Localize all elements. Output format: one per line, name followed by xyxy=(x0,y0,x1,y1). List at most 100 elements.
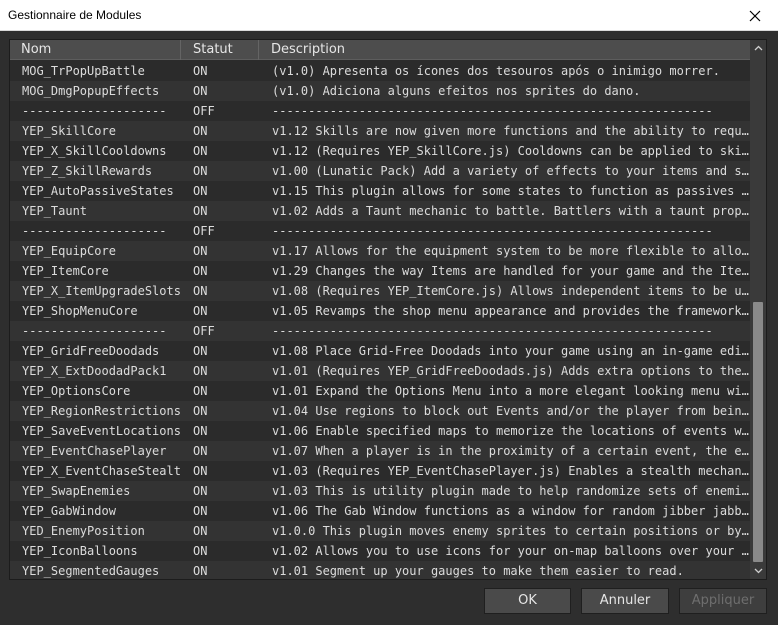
table-row[interactable]: -------------------- OFF -----------------… xyxy=(10,321,751,341)
table-row[interactable]: YEP_Taunt ON v1.02 Adds a Taunt mechanic t… xyxy=(10,201,751,221)
table-row[interactable]: YEP_Z_SkillRewards ON v1.00 (Lunatic Pack)… xyxy=(10,161,751,181)
plugin-description-cell: v1.01 Segment up your gauges to make the… xyxy=(272,564,684,578)
vertical-scrollbar[interactable] xyxy=(750,40,766,579)
plugin-status-cell: ON xyxy=(193,544,208,558)
plugin-name-cell: YEP_AutoPassiveStates xyxy=(22,184,174,198)
plugin-status-cell: ON xyxy=(193,364,208,378)
scroll-down-button[interactable] xyxy=(750,563,766,579)
column-header-name[interactable]: Nom xyxy=(10,40,181,60)
plugin-status-cell: OFF xyxy=(193,224,215,238)
table-row[interactable]: YEP_RegionRestrictions ON v1.04 Use region… xyxy=(10,401,751,421)
table-row[interactable]: YEP_SkillCore ON v1.12 Skills are now give… xyxy=(10,121,751,141)
dialog-content: Nom Statut Description MOG_TrPopUpBattle… xyxy=(0,31,778,625)
plugin-name-cell: YEP_GabWindow xyxy=(22,504,116,518)
plugin-description-cell: v1.08 Place Grid-Free Doodads into your … xyxy=(272,344,751,358)
table-row[interactable]: YEP_IconBalloons ON v1.02 Allows you to us… xyxy=(10,541,751,561)
column-header-status[interactable]: Statut xyxy=(181,40,259,60)
plugin-status-cell: ON xyxy=(193,404,208,418)
plugin-status-cell: ON xyxy=(193,124,208,138)
table-body: MOG_TrPopUpBattle ON (v1.0) Apresenta os í… xyxy=(10,61,751,579)
table-row[interactable]: YEP_ShopMenuCore ON v1.05 Revamps the shop… xyxy=(10,301,751,321)
plugin-description-cell: v1.05 Revamps the shop menu appearance a… xyxy=(272,304,751,318)
table-row[interactable]: YEP_EquipCore ON v1.17 Allows for the equi… xyxy=(10,241,751,261)
plugin-status-cell: ON xyxy=(193,304,208,318)
table-row[interactable]: -------------------- OFF -----------------… xyxy=(10,101,751,121)
plugin-name-cell: YEP_Z_SkillRewards xyxy=(22,164,153,178)
plugin-name-cell: -------------------- xyxy=(22,324,167,338)
table-row[interactable]: YEP_X_SkillCooldowns ON v1.12 (Requires YE… xyxy=(10,141,751,161)
plugin-description-cell: ----------------------------------------… xyxy=(272,104,713,118)
plugin-description-cell: v1.17 Allows for the equipment system to… xyxy=(272,244,751,258)
plugin-description-cell: v1.0.0 This plugin moves enemy sprites t… xyxy=(272,524,751,538)
table-row[interactable]: YEP_X_ExtDoodadPack1 ON v1.01 (Requires YE… xyxy=(10,361,751,381)
plugin-description-cell: v1.07 When a player is in the proximity … xyxy=(272,444,751,458)
plugin-status-cell: ON xyxy=(193,524,208,538)
chevron-down-icon xyxy=(754,568,762,574)
scrollbar-thumb[interactable] xyxy=(753,302,763,562)
table-row[interactable]: YEP_GabWindow ON v1.06 The Gab Window func… xyxy=(10,501,751,521)
plugin-status-cell: ON xyxy=(193,464,208,478)
table-row[interactable]: YEP_AutoPassiveStates ON v1.15 This plugin… xyxy=(10,181,751,201)
title-bar: Gestionnaire de Modules xyxy=(0,0,778,31)
plugin-status-cell: ON xyxy=(193,384,208,398)
plugin-description-cell: v1.06 Enable specified maps to memorize … xyxy=(272,424,751,438)
plugin-name-cell: -------------------- xyxy=(22,224,167,238)
plugin-status-cell: ON xyxy=(193,344,208,358)
table-row[interactable]: MOG_DmgPopupEffects ON (v1.0) Adiciona alg… xyxy=(10,81,751,101)
plugin-description-cell: v1.04 Use regions to block out Events an… xyxy=(272,404,751,418)
plugin-description-cell: v1.12 Skills are now given more function… xyxy=(272,124,751,138)
table-row[interactable]: YEP_EventChasePlayer ON v1.07 When a playe… xyxy=(10,441,751,461)
plugin-status-cell: ON xyxy=(193,444,208,458)
column-header-description[interactable]: Description xyxy=(259,40,751,60)
plugin-name-cell: YEP_EquipCore xyxy=(22,244,116,258)
table-row[interactable]: YEP_X_EventChaseStealth ON v1.03 (Requires… xyxy=(10,461,751,481)
plugin-description-cell: ----------------------------------------… xyxy=(272,224,713,238)
table-row[interactable]: -------------------- OFF -----------------… xyxy=(10,221,751,241)
plugin-description-cell: v1.00 (Lunatic Pack) Add a variety of ef… xyxy=(272,164,751,178)
plugin-description-cell: (v1.0) Adiciona alguns efeitos nos sprit… xyxy=(272,84,641,98)
plugin-name-cell: YEP_SegmentedGauges xyxy=(22,564,160,578)
apply-button[interactable]: Appliquer xyxy=(679,588,767,614)
plugin-description-cell: ----------------------------------------… xyxy=(272,324,713,338)
plugin-status-cell: ON xyxy=(193,204,208,218)
plugin-name-cell: YEP_X_ItemUpgradeSlots xyxy=(22,284,181,298)
plugin-status-cell: ON xyxy=(193,284,208,298)
table-row[interactable]: YEP_SaveEventLocations ON v1.06 Enable spe… xyxy=(10,421,751,441)
plugin-name-cell: YEP_EventChasePlayer xyxy=(22,444,167,458)
chevron-up-icon xyxy=(754,45,762,51)
table-row[interactable]: YED_EnemyPosition ON v1.0.0 This plugin mo… xyxy=(10,521,751,541)
plugin-name-cell: YEP_X_ExtDoodadPack1 xyxy=(22,364,167,378)
table-header: Nom Statut Description xyxy=(10,40,751,60)
plugin-name-cell: YEP_SaveEventLocations xyxy=(22,424,181,438)
table-row[interactable]: YEP_X_ItemUpgradeSlots ON v1.08 (Requires … xyxy=(10,281,751,301)
close-button[interactable] xyxy=(732,0,778,31)
plugin-status-cell: ON xyxy=(193,184,208,198)
plugin-status-cell: ON xyxy=(193,504,208,518)
plugin-name-cell: YEP_ShopMenuCore xyxy=(22,304,138,318)
table-row[interactable]: YEP_OptionsCore ON v1.01 Expand the Option… xyxy=(10,381,751,401)
plugin-description-cell: v1.01 (Requires YEP_GridFreeDoodads.js) … xyxy=(272,364,751,378)
plugin-table: Nom Statut Description MOG_TrPopUpBattle… xyxy=(9,39,767,580)
table-row[interactable]: YEP_ItemCore ON v1.29 Changes the way Item… xyxy=(10,261,751,281)
table-row[interactable]: YEP_SwapEnemies ON v1.03 This is utility p… xyxy=(10,481,751,501)
cancel-button[interactable]: Annuler xyxy=(581,588,669,614)
plugin-name-cell: YED_EnemyPosition xyxy=(22,524,145,538)
ok-button[interactable]: OK xyxy=(484,588,571,614)
plugin-name-cell: YEP_RegionRestrictions xyxy=(22,404,181,418)
plugin-status-cell: OFF xyxy=(193,104,215,118)
plugin-name-cell: YEP_SwapEnemies xyxy=(22,484,131,498)
plugin-status-cell: ON xyxy=(193,84,208,98)
plugin-status-cell: ON xyxy=(193,264,208,278)
plugin-status-cell: ON xyxy=(193,484,208,498)
scroll-up-button[interactable] xyxy=(750,40,766,56)
plugin-description-cell: v1.02 Allows you to use icons for your o… xyxy=(272,544,751,558)
plugin-name-cell: MOG_TrPopUpBattle xyxy=(22,64,145,78)
table-row[interactable]: MOG_TrPopUpBattle ON (v1.0) Apresenta os í… xyxy=(10,61,751,81)
table-row[interactable]: YEP_GridFreeDoodads ON v1.08 Place Grid-Fr… xyxy=(10,341,751,361)
plugin-name-cell: YEP_OptionsCore xyxy=(22,384,131,398)
plugin-status-cell: ON xyxy=(193,564,208,578)
plugin-name-cell: YEP_IconBalloons xyxy=(22,544,138,558)
plugin-status-cell: OFF xyxy=(193,324,215,338)
plugin-description-cell: v1.15 This plugin allows for some states… xyxy=(272,184,751,198)
table-row[interactable]: YEP_SegmentedGauges ON v1.01 Segment up yo… xyxy=(10,561,751,579)
